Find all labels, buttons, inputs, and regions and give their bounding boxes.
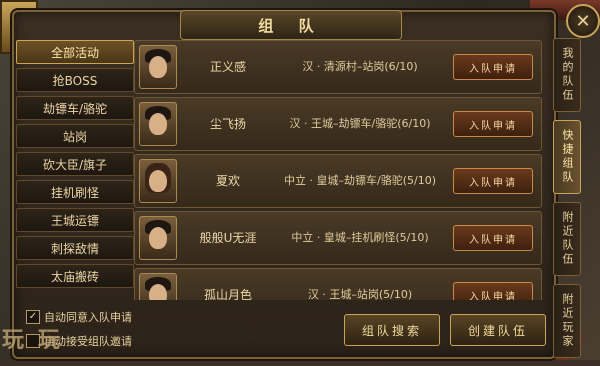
panel-title: 组 队 [258, 16, 324, 35]
join-request-button[interactable]: 入队申请 [453, 168, 533, 194]
category-all-activities[interactable]: 全部活动 [16, 40, 134, 64]
avatar [139, 45, 177, 89]
avatar [139, 273, 177, 300]
team-leader-name: 般般U无涯 [199, 231, 257, 245]
tab-my-team[interactable]: 我的队伍 [553, 38, 581, 112]
category-label: 全部活动 [50, 45, 99, 60]
category-rob-escort[interactable]: 劫镖车/骆驼 [16, 96, 134, 120]
tab-nearby-teams[interactable]: 附近队伍 [553, 202, 581, 276]
join-request-button[interactable]: 入队申请 [453, 111, 533, 137]
join-request-button[interactable]: 入队申请 [453, 225, 533, 251]
side-tabs: 我的队伍 快捷组队 附近队伍 附近玩家 [553, 38, 583, 366]
category-minister-flag[interactable]: 砍大臣/旗子 [16, 152, 134, 176]
team-leader-name: 夏欢 [215, 174, 240, 188]
avatar-face [149, 227, 167, 249]
avatar [139, 159, 177, 203]
category-scout[interactable]: 刺探敌情 [16, 236, 134, 260]
team-list: 正义感 汉 · 清源村–站岗(6/10) 入队申请 尘飞扬 汉 · 王城–劫镖车… [134, 40, 542, 300]
avatar-face [149, 170, 167, 192]
avatar-face [149, 284, 167, 300]
team-search-button[interactable]: 组队搜索 [344, 314, 440, 346]
tab-quick-team[interactable]: 快捷组队 [553, 120, 581, 194]
close-icon: ✕ [575, 10, 591, 32]
team-row: 孤山月色 汉 · 王城–站岗(5/10) 入队申请 [134, 268, 542, 300]
avatar [139, 216, 177, 260]
category-royal-escort[interactable]: 王城运镖 [16, 208, 134, 232]
category-label: 太庙搬砖 [50, 269, 99, 284]
join-request-button[interactable]: 入队申请 [453, 282, 533, 300]
team-location: 汉 · 王城–劫镖车/骆驼(6/10) [289, 117, 431, 130]
category-label: 抢BOSS [52, 73, 98, 88]
team-location: 汉 · 王城–站岗(5/10) [307, 288, 413, 300]
team-leader-name: 尘飞扬 [209, 117, 246, 131]
team-row: 般般U无涯 中立 · 皇城–挂机刷怪(5/10) 入队申请 [134, 211, 542, 265]
category-label: 站岗 [62, 129, 87, 144]
category-label: 劫镖车/骆驼 [42, 101, 108, 116]
category-list: 全部活动 抢BOSS 劫镖车/骆驼 站岗 砍大臣/旗子 挂机刷怪 王城运镖 刺探… [16, 40, 134, 298]
category-label: 砍大臣/旗子 [42, 157, 108, 172]
join-request-button[interactable]: 入队申请 [453, 54, 533, 80]
avatar-face [149, 56, 167, 78]
category-guard[interactable]: 站岗 [16, 124, 134, 148]
team-row: 夏欢 中立 · 皇城–劫镖车/骆驼(5/10) 入队申请 [134, 154, 542, 208]
category-temple-bricks[interactable]: 太庙搬砖 [16, 264, 134, 288]
tab-nearby-players[interactable]: 附近玩家 [553, 284, 581, 358]
category-afk-farming[interactable]: 挂机刷怪 [16, 180, 134, 204]
category-label: 王城运镖 [50, 213, 99, 228]
create-team-button[interactable]: 创建队伍 [450, 314, 546, 346]
team-location: 汉 · 清源村–站岗(6/10) [302, 60, 418, 73]
team-leader-name: 孤山月色 [203, 288, 252, 300]
team-row: 尘飞扬 汉 · 王城–劫镖车/骆驼(6/10) 入队申请 [134, 97, 542, 151]
category-label: 刺探敌情 [50, 241, 99, 256]
title-bar: 组 队 [180, 10, 402, 40]
team-location: 中立 · 皇城–劫镖车/骆驼(5/10) [284, 174, 436, 187]
avatar-face [149, 113, 167, 135]
team-row: 正义感 汉 · 清源村–站岗(6/10) 入队申请 [134, 40, 542, 94]
avatar [139, 102, 177, 146]
category-label: 挂机刷怪 [50, 185, 99, 200]
close-button[interactable]: ✕ [566, 4, 600, 38]
category-boss[interactable]: 抢BOSS [16, 68, 134, 92]
team-location: 中立 · 皇城–挂机刷怪(5/10) [291, 231, 429, 244]
site-watermark: 玩玩 [2, 328, 75, 353]
team-leader-name: 正义感 [209, 60, 246, 74]
